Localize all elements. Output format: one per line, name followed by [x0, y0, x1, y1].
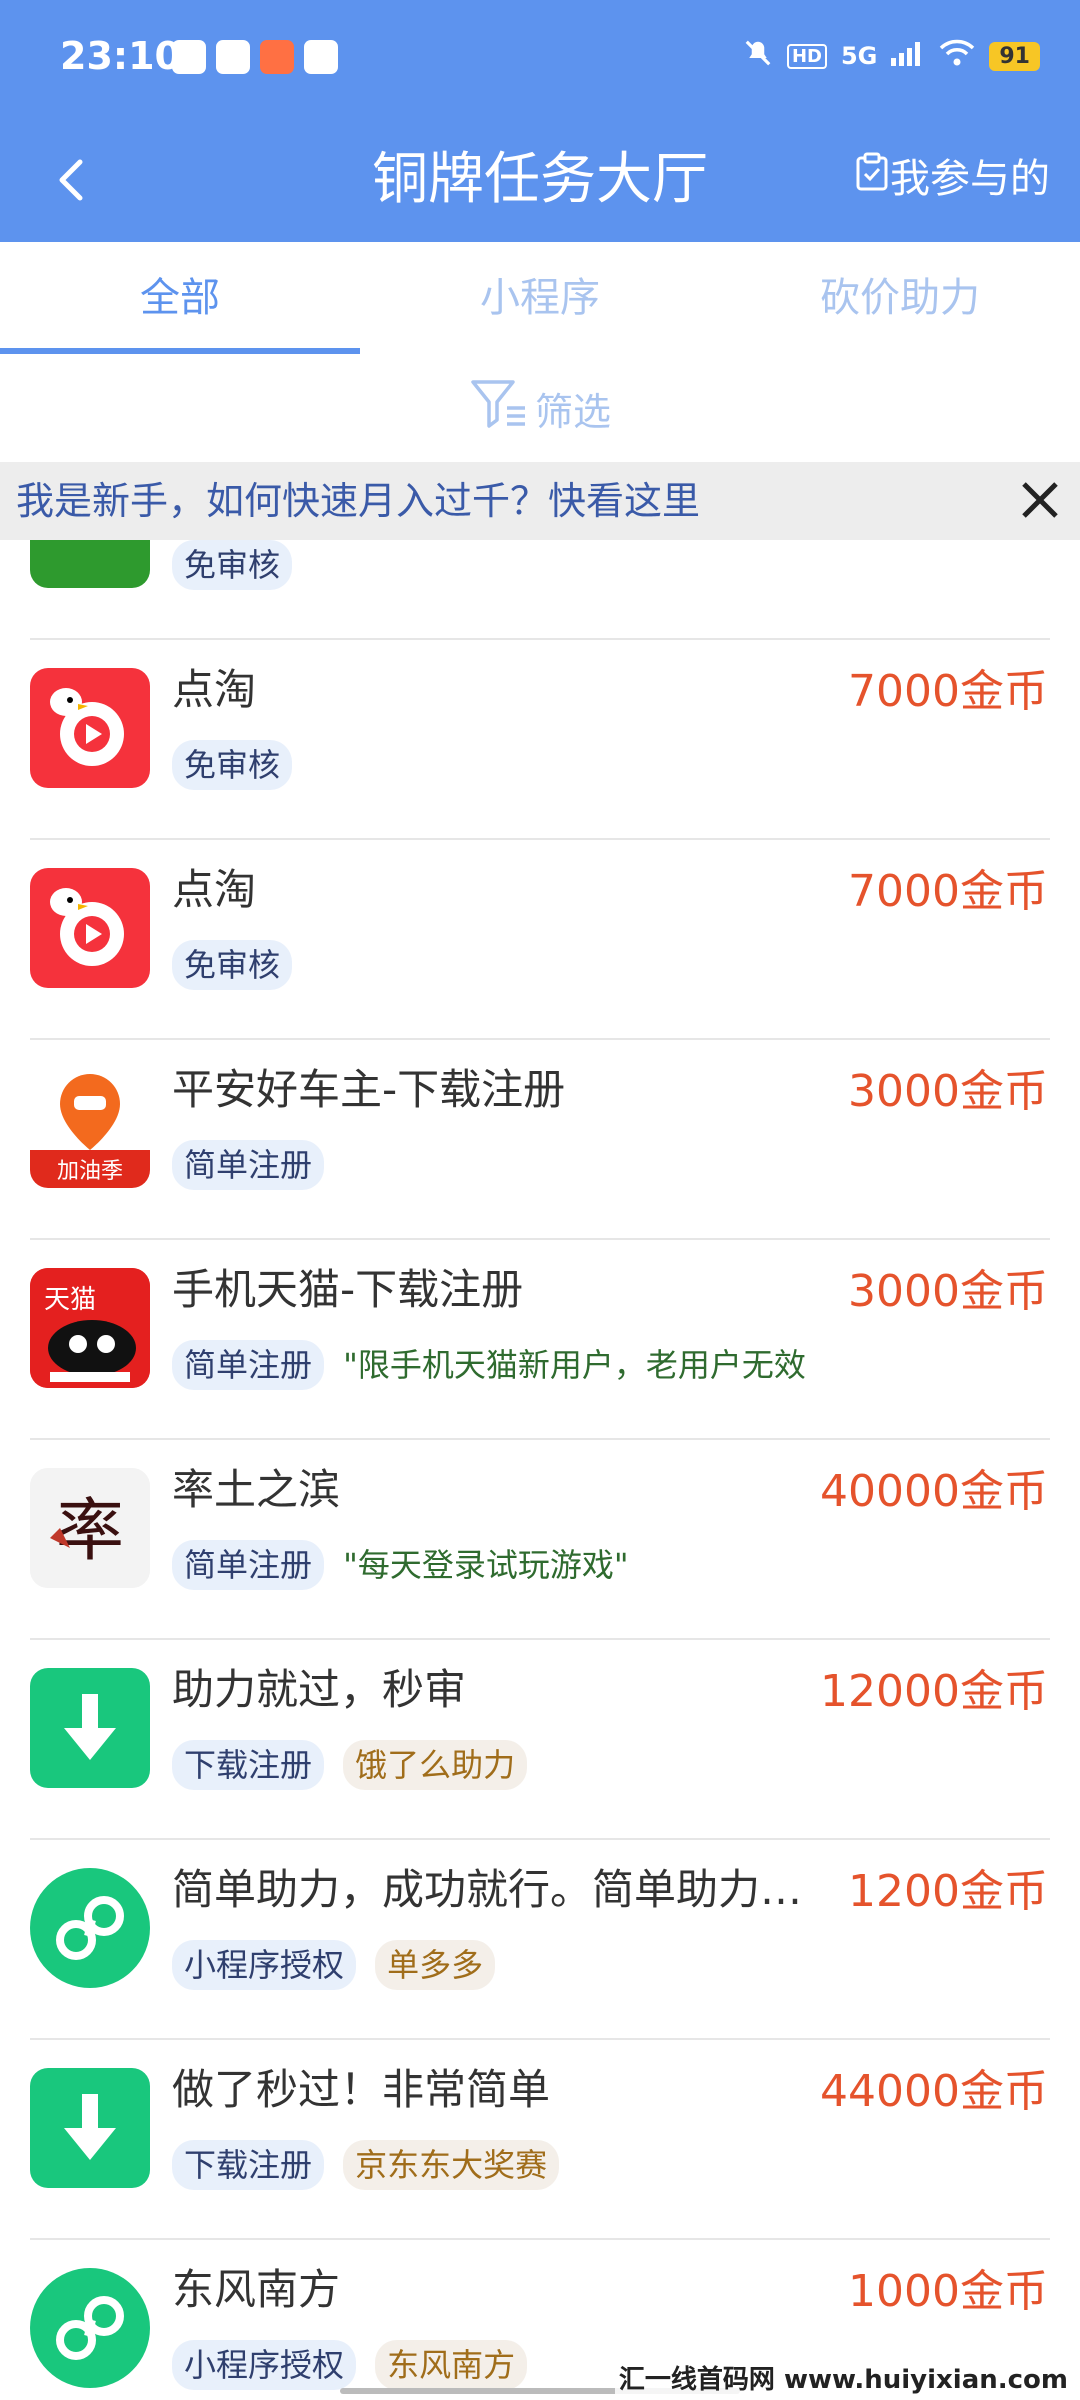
- task-tag: 饿了么助力: [343, 1740, 528, 1790]
- hd-badge: HD: [786, 43, 827, 69]
- task-reward: 1200金币: [848, 1866, 1048, 1917]
- notice-banner[interactable]: 我是新手，如何快速月入过千？快看这里: [0, 462, 1080, 540]
- task-tags: 小程序授权 单多多: [172, 1940, 822, 1996]
- task-name: 率土之滨: [172, 1465, 341, 1514]
- task-tags: 下载注册 京东东大奖赛: [172, 2140, 822, 2196]
- task-tag: 东风南方: [375, 2340, 528, 2390]
- task-tag: 小程序授权: [172, 1940, 357, 1990]
- task-tags: 简单注册 "每天登录试玩游戏": [172, 1540, 822, 1596]
- task-item[interactable]: 简单助力，成功就行。简单助力，成功就行。 1200金币 小程序授权 单多多: [0, 1840, 1080, 2040]
- task-tag: 免审核: [172, 540, 293, 590]
- task-reward: 3000金币: [848, 1066, 1048, 1117]
- task-tag: 下载注册: [172, 1740, 325, 1790]
- task-item[interactable]: 率 率土之滨 40000金币 简单注册 "每天登录试玩游戏": [0, 1440, 1080, 1640]
- my-participation-button[interactable]: 我参与的: [854, 144, 1050, 214]
- filter-label: 筛选: [534, 389, 611, 434]
- tab-all[interactable]: 全部: [0, 242, 360, 354]
- task-name: 平安好车主-下载注册: [172, 1065, 566, 1114]
- diantao-app-icon: [30, 868, 150, 988]
- download-icon: [30, 1668, 150, 1788]
- diantao-app-icon: [30, 668, 150, 788]
- filter-button[interactable]: 筛选: [0, 354, 1080, 462]
- mute-icon: [743, 38, 773, 74]
- download-icon: [30, 2068, 150, 2188]
- signal-icon: [891, 40, 925, 72]
- task-name: 点淘: [172, 665, 257, 714]
- app-notif-icon-blue: [172, 40, 206, 74]
- task-tags: 免审核: [172, 940, 822, 996]
- task-tags: 简单注册 "限手机天猫新用户，老用户无效: [172, 1340, 822, 1396]
- mini-program-icon: [30, 1868, 150, 1988]
- task-name: 做了秒过！非常简单: [172, 2065, 551, 2114]
- task-item[interactable]: 加油季 平安好车主-下载注册 3000金币 简单注册: [0, 1040, 1080, 1240]
- task-item[interactable]: 助力就过，秒审 12000金币 下载注册 饿了么助力: [0, 1640, 1080, 1840]
- svg-text:率: 率: [56, 1492, 124, 1571]
- nav-bar: 铜牌任务大厅 我参与的: [0, 120, 1080, 240]
- pingan-car-app-icon: 加油季: [30, 1068, 150, 1188]
- task-tag: 简单注册: [172, 1340, 325, 1390]
- task-name: 点淘: [172, 865, 257, 914]
- task-item[interactable]: 点淘 7000金币 免审核: [0, 640, 1080, 840]
- tab-bar: 全部 小程序 砍价助力: [0, 242, 1080, 354]
- task-item[interactable]: 天猫 手机天猫-下载注册 3000金币 简单注册 "限手机天猫新用户，老用户无效: [0, 1240, 1080, 1440]
- message-notif-icon: [216, 40, 250, 74]
- mini-program-icon: [30, 2268, 150, 2388]
- clipboard-check-icon: [854, 144, 890, 214]
- task-note: "限手机天猫新用户，老用户无效: [343, 1346, 806, 1384]
- wifi-icon: [939, 39, 975, 73]
- task-tags: 免审核: [172, 740, 822, 796]
- filter-icon: [469, 376, 529, 441]
- notice-text[interactable]: 我是新手，如何快速月入过千？快看这里: [16, 462, 700, 540]
- task-name: 东风南方: [172, 2265, 341, 2314]
- task-reward: 40000金币: [820, 1466, 1048, 1517]
- task-tag: 下载注册: [172, 2140, 325, 2190]
- task-note: "每天登录试玩游戏": [343, 1546, 629, 1584]
- battery-indicator: 91: [989, 41, 1040, 71]
- my-participation-label: 我参与的: [890, 156, 1050, 202]
- task-tag: 简单注册: [172, 1140, 325, 1190]
- task-tags: 免审核: [172, 540, 822, 596]
- svg-text:加油季: 加油季: [57, 1159, 123, 1184]
- task-item[interactable]: 点淘 7000金币 免审核: [0, 840, 1080, 1040]
- game-app-icon: 率: [30, 1468, 150, 1588]
- task-reward: 1000金币: [848, 2266, 1048, 2317]
- task-name: 助力就过，秒审: [172, 1665, 467, 1714]
- task-item[interactable]: 免审核: [0, 540, 1080, 640]
- task-tags: 下载注册 饿了么助力: [172, 1740, 822, 1796]
- svg-text:天猫: 天猫: [44, 1285, 96, 1315]
- task-list: 免审核 点淘 7000金币 免审核 点淘 7000金币 免审核 加油季 平安好车…: [0, 540, 1080, 2400]
- task-reward: 7000金币: [848, 866, 1048, 917]
- watermark: 汇一线首码网 www.huiyixian.com: [614, 2359, 1072, 2396]
- task-tag: 免审核: [172, 940, 293, 990]
- tab-mini-program[interactable]: 小程序: [360, 242, 720, 354]
- task-reward: 44000金币: [820, 2066, 1048, 2117]
- home-notif-icon: [304, 40, 338, 74]
- shopping-notif-icon: [260, 40, 294, 74]
- task-tag: 简单注册: [172, 1540, 325, 1590]
- task-name: 手机天猫-下载注册: [172, 1265, 524, 1314]
- task-tag: 京东东大奖赛: [343, 2140, 560, 2190]
- app-header: 23:10 HD 5G 91 铜牌任务大厅 我参与的: [0, 0, 1080, 242]
- tab-bargain-help[interactable]: 砍价助力: [720, 242, 1080, 354]
- task-reward: 7000金币: [848, 666, 1048, 717]
- network-label: 5G: [840, 42, 878, 70]
- tmall-app-icon: 天猫: [30, 1268, 150, 1388]
- status-bar: 23:10 HD 5G 91: [0, 0, 1080, 120]
- task-name: 简单助力，成功就行。简单助力，成功就行。: [172, 1865, 842, 1914]
- status-time: 23:10: [60, 34, 181, 78]
- task-tags: 简单注册: [172, 1140, 822, 1196]
- task-reward: 3000金币: [848, 1266, 1048, 1317]
- task-tag: 小程序授权: [172, 2340, 357, 2390]
- task-item[interactable]: 做了秒过！非常简单 44000金币 下载注册 京东东大奖赛: [0, 2040, 1080, 2240]
- close-icon[interactable]: [1018, 478, 1062, 522]
- green-app-icon: [30, 540, 150, 588]
- task-reward: 12000金币: [820, 1666, 1048, 1717]
- task-tag: 免审核: [172, 740, 293, 790]
- task-tag: 单多多: [375, 1940, 496, 1990]
